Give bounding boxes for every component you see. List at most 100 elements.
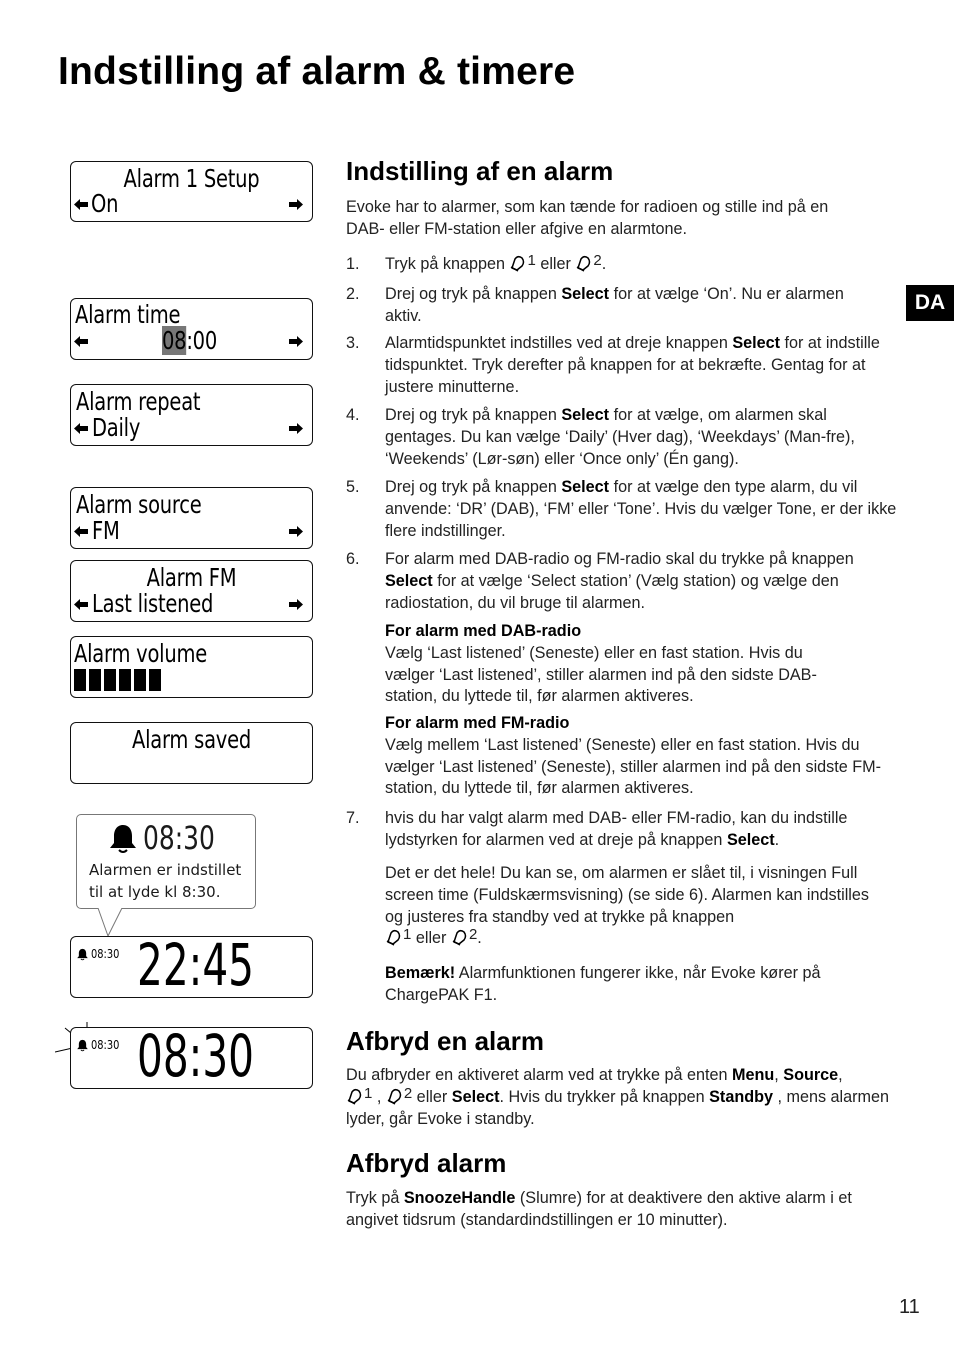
- section-heading-snooze: Afbryd alarm: [346, 1148, 507, 1178]
- clock-time: 22:45: [137, 931, 255, 999]
- callout-time: 08:30: [143, 819, 215, 857]
- step-text: hvis du har valgt alarm med DAB- eller F…: [385, 808, 902, 852]
- alarm-button-icon: [346, 1087, 364, 1105]
- done-text: Det er det hele! Du kan se, om alarmen e…: [385, 864, 869, 926]
- step-text-part: Alarmtidspunktet indstilles ved at dreje…: [385, 334, 733, 352]
- alarm-button-number: 2: [593, 252, 602, 269]
- section-heading-setup: Indstilling af en alarm: [346, 156, 614, 186]
- callout-pointer: [97, 908, 123, 938]
- volume-bar: [134, 669, 146, 691]
- lcd-value: FM: [92, 516, 120, 545]
- step-text: Alarmtidspunktet indstilles ved at dreje…: [385, 333, 885, 398]
- alarm-button-icon: [575, 254, 593, 272]
- callout-text-line: til at lyde kl 8:30.: [89, 883, 221, 901]
- step-number: 7.: [346, 809, 360, 827]
- done-paragraph: Det er det hele! Du kan se, om alarmen e…: [385, 863, 890, 950]
- alarm-set-callout: 08:30 Alarmen er indstillet til at lyde …: [76, 814, 256, 909]
- arrow-left-icon: [74, 199, 88, 210]
- page-number: 11: [899, 1296, 920, 1318]
- subtext: Vælg mellem ‘Last listened’ (Seneste) el…: [385, 735, 882, 798]
- lcd-alarm-repeat: Alarm repeat Daily: [70, 384, 313, 446]
- lcd-title: Alarm 1 Setup: [123, 164, 260, 193]
- text-part: eller: [412, 1087, 452, 1106]
- step-number: 3.: [346, 334, 360, 352]
- step-text-part: Drej og tryk på knappen: [385, 478, 562, 496]
- time-hours-highlight: 08: [162, 326, 187, 355]
- arrow-right-icon: [289, 526, 303, 537]
- intro-line: Evoke har to alarmer, som kan tænde for …: [346, 198, 829, 216]
- step-number: 1.: [346, 255, 360, 273]
- text-part: ,: [774, 1066, 784, 1084]
- bell-icon: [76, 1039, 89, 1052]
- intro-paragraph: Evoke har to alarmer, som kan tænde for …: [346, 197, 902, 241]
- button-name: Select: [726, 830, 775, 849]
- button-name: Select: [561, 285, 610, 303]
- text-part: ,: [372, 1087, 386, 1106]
- lcd-clock-standby: 08:30 22:45: [70, 931, 313, 999]
- step-text-part: For alarm med DAB-radio og FM-radio skal…: [385, 550, 854, 568]
- step-text: Drej og tryk på knappen Select for at væ…: [385, 477, 900, 542]
- lcd-title: Alarm FM: [146, 563, 237, 592]
- done-text: .: [477, 929, 482, 948]
- step-number: 4.: [346, 406, 360, 424]
- step-text-part: Tryk på knappen: [385, 255, 510, 273]
- bell-icon: [108, 823, 138, 855]
- step-text: For alarm med DAB-radio og FM-radio skal…: [385, 549, 885, 614]
- step-text-part: Drej og tryk på knappen: [385, 285, 562, 303]
- alarm-button-icon: [386, 1087, 404, 1105]
- callout-text: Alarmen er indstillet til at lyde kl 8:3…: [89, 859, 241, 903]
- volume-bar: [119, 669, 131, 691]
- section-heading-cancel: Afbryd en alarm: [346, 1026, 544, 1056]
- arrow-left-icon: [74, 423, 88, 434]
- lcd-alarm-time: Alarm time 08:00: [70, 298, 313, 360]
- step-text-part: .: [601, 255, 607, 273]
- arrow-left-icon: [74, 599, 88, 610]
- button-name: Standby: [709, 1087, 773, 1106]
- step-text-part: eller: [535, 255, 576, 273]
- arrow-left-icon: [74, 526, 88, 537]
- alarm-button-number: 1: [403, 926, 412, 944]
- lcd-value: Daily: [92, 413, 141, 442]
- text-part: . Hvis du trykker på knappen: [499, 1087, 710, 1106]
- note-paragraph: Bemærk! Alarmfunktionen fungerer ikke, n…: [385, 963, 885, 1007]
- alarm-time-indicator: 08:30: [91, 947, 120, 961]
- bell-icon: [76, 948, 89, 961]
- button-name: Select: [561, 478, 610, 496]
- fm-note: For alarm med FM-radio Vælg mellem ‘Last…: [385, 713, 890, 800]
- volume-bar: [74, 669, 86, 691]
- lcd-title: Alarm repeat: [76, 387, 201, 416]
- lcd-title: Alarm source: [76, 490, 202, 519]
- button-name: Source: [783, 1066, 839, 1084]
- intro-line: DAB- eller FM-station eller afgive en al…: [346, 219, 687, 238]
- lcd-clock-ringing: 08:30 08:30: [70, 1022, 313, 1090]
- done-text: eller: [411, 929, 451, 948]
- step-number: 2.: [346, 285, 360, 303]
- volume-bar: [149, 669, 161, 691]
- lcd-value: 08:00: [162, 326, 218, 355]
- lcd-value: Last listened: [92, 589, 214, 618]
- note-label: Bemærk!: [385, 964, 456, 982]
- volume-bar: [104, 669, 116, 691]
- subtext: Vælg ‘Last listened’ (Seneste) eller en …: [385, 643, 817, 706]
- alarm-button-number: 2: [468, 926, 478, 944]
- arrow-right-icon: [289, 336, 303, 347]
- step-text: Tryk på knappen 1 eller 2.: [385, 252, 902, 276]
- step-number: 5.: [346, 478, 360, 496]
- cancel-paragraph: Du afbryder en aktiveret alarm ved at tr…: [346, 1065, 896, 1130]
- page-title: Indstilling af alarm & timere: [58, 50, 576, 93]
- button-name: Select: [561, 406, 610, 424]
- step-number: 6.: [346, 550, 360, 568]
- alarm-time-indicator: 08:30: [91, 1038, 120, 1052]
- text-part: ,: [838, 1066, 843, 1084]
- language-tab: DA: [906, 285, 954, 321]
- alarm-button-icon: [451, 928, 469, 946]
- step-text: Drej og tryk på knappen Select for at væ…: [385, 284, 845, 328]
- lcd-alarm-setup: Alarm 1 Setup On: [70, 161, 313, 222]
- time-minutes: :00: [186, 326, 218, 355]
- text-part: Du afbryder en aktiveret alarm ved at tr…: [346, 1066, 732, 1084]
- lcd-alarm-fm: Alarm FM Last listened: [70, 560, 313, 622]
- step-text-part: .: [774, 830, 780, 849]
- lcd-alarm-saved: Alarm saved: [70, 722, 313, 784]
- button-name: Select: [732, 334, 781, 352]
- clock-time: 08:30: [137, 1022, 255, 1090]
